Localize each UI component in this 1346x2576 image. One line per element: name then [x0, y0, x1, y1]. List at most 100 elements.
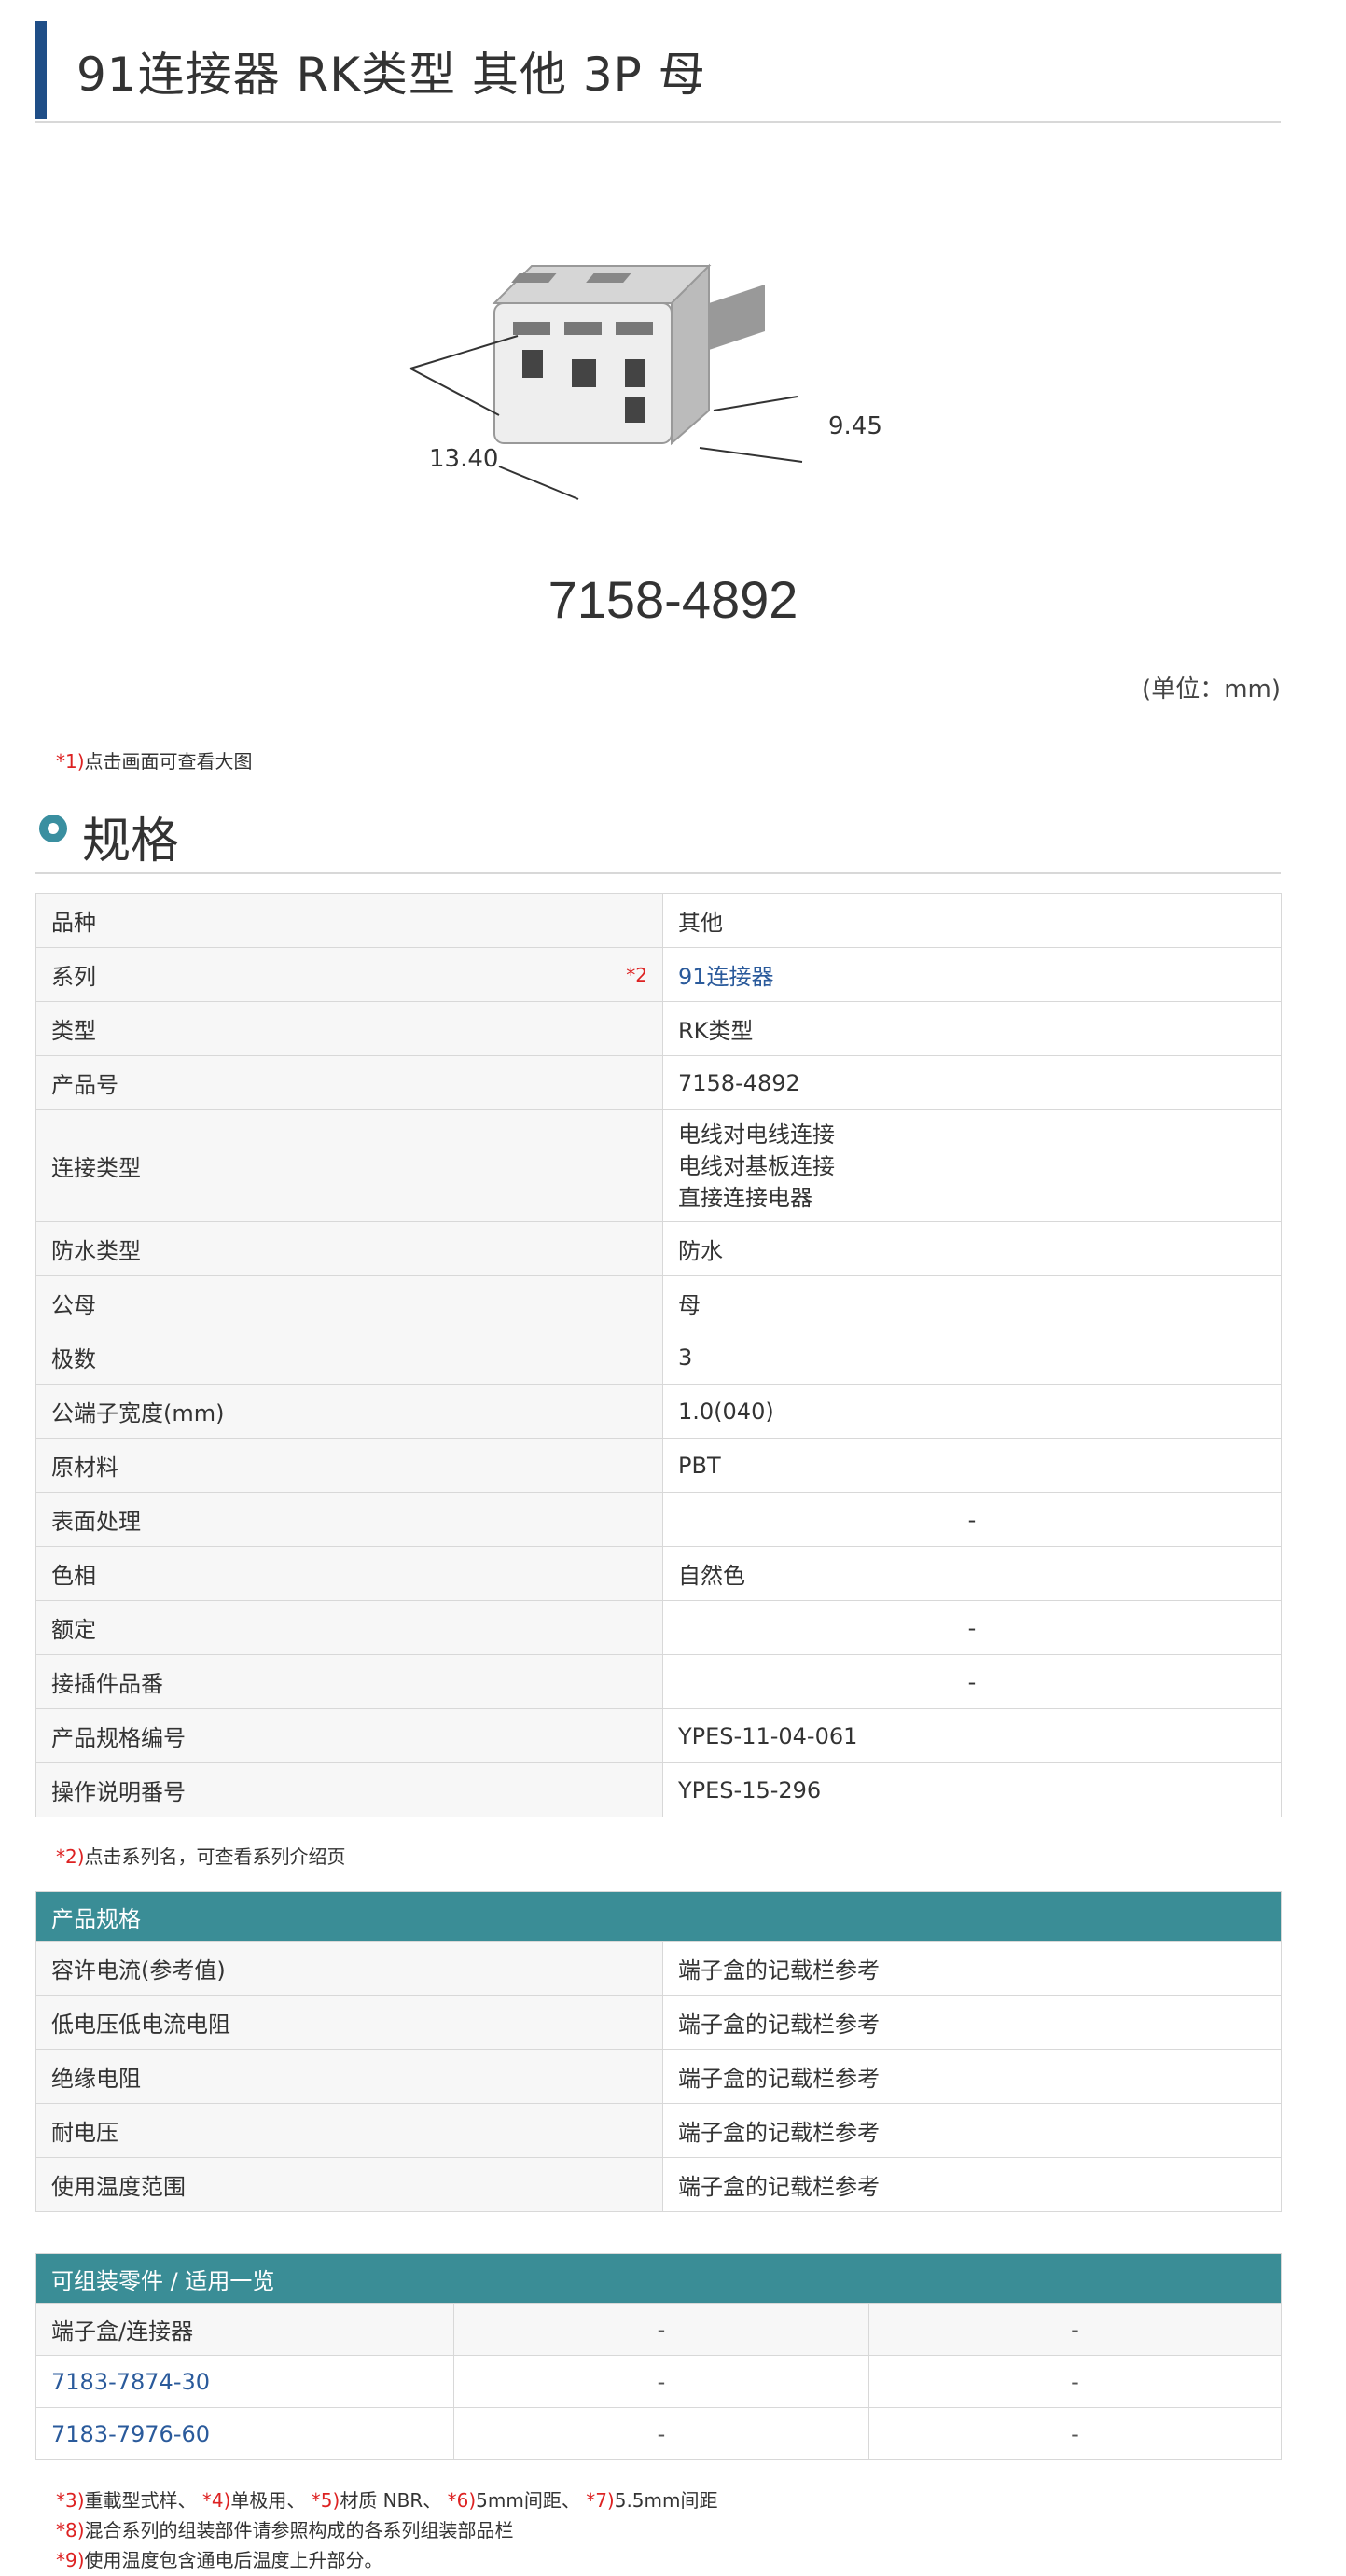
table-row: 低电压低电流电阻 端子盒的记载栏参考 [35, 1995, 1282, 2050]
spec-label: 公母 [35, 1275, 663, 1330]
spec-label: 防水类型 [35, 1221, 663, 1276]
spec-label: 产品规格编号 [35, 1708, 663, 1763]
top-slot [511, 273, 557, 283]
assembly-cell: - [453, 2407, 869, 2460]
part-number: 7158-4892 [548, 570, 798, 629]
spec-label: 额定 [35, 1600, 663, 1655]
spec-value: 端子盒的记载栏参考 [662, 1941, 1282, 1996]
table-row: 连接类型 电线对电线连接 电线对基板连接 直接连接电器 [35, 1109, 1282, 1222]
cavity-top [616, 322, 653, 335]
table-row: 极数 3 [35, 1330, 1282, 1385]
spec-label: 系列 *2 [35, 947, 663, 1002]
table-row: 表面处理 - [35, 1492, 1282, 1547]
spec-value: 91连接器 [662, 947, 1282, 1002]
spec-value: 端子盒的记载栏参考 [662, 2049, 1282, 2104]
footnote-line-3: *9)使用温度包含通电后温度上升部分。 [56, 2545, 383, 2572]
spec-label: 耐电压 [35, 2103, 663, 2158]
spec-table: 品种 其他 系列 *2 91连接器 类型 RK类型 产品号 7158-4892 连… [35, 893, 1282, 1817]
dimension-line [498, 466, 579, 500]
table-row: 原材料 PBT [35, 1438, 1282, 1493]
dimension-line [409, 368, 500, 416]
spec-label: 容许电流(参考值) [35, 1941, 663, 1996]
note-text: 5mm间距、 [476, 2489, 587, 2512]
spec-value: YPES-11-04-061 [662, 1708, 1282, 1763]
connector-latch [709, 285, 765, 350]
spec-value: YPES-15-296 [662, 1762, 1282, 1817]
spec-value: RK类型 [662, 1001, 1282, 1056]
series-link[interactable]: 91连接器 [678, 964, 774, 990]
cavity-top [513, 322, 550, 335]
dimension-width-label: 13.40 [429, 445, 498, 473]
cavity-top [564, 322, 602, 335]
table-row: 公母 母 [35, 1275, 1282, 1330]
table-row: 防水类型 防水 [35, 1221, 1282, 1276]
spec-value: 防水 [662, 1221, 1282, 1276]
spec-value: 端子盒的记载栏参考 [662, 1995, 1282, 2050]
note-text: 点击画面可查看大图 [84, 750, 253, 773]
top-slot [586, 273, 631, 283]
spec-value: - [662, 1492, 1282, 1547]
note-mark: *2) [56, 1845, 85, 1868]
assembly-cell: - [453, 2355, 869, 2408]
spec-value: 3 [662, 1330, 1282, 1385]
title-accent-bar [35, 21, 47, 119]
cavity [572, 359, 596, 387]
table-row: 类型 RK类型 [35, 1001, 1282, 1056]
note-mark: *9) [56, 2549, 85, 2571]
table-row: 产品规格编号 YPES-11-04-061 [35, 1708, 1282, 1763]
note-2: *2)点击系列名，可查看系列介绍页 [56, 1842, 346, 1869]
note-text: 使用温度包含通电后温度上升部分。 [84, 2549, 383, 2571]
assembly-column-header: - [868, 2303, 1282, 2356]
spec-value: 端子盒的记载栏参考 [662, 2157, 1282, 2212]
unit-note: (单位：mm) [1142, 675, 1281, 703]
spec-label: 产品号 [35, 1055, 663, 1110]
assembly-part-cell: 7183-7976-60 [35, 2407, 454, 2460]
dimension-line [713, 396, 798, 411]
note-text: 重載型式样、 [84, 2489, 202, 2512]
spec-label: 色相 [35, 1546, 663, 1601]
table-row: 7183-7976-60 - - [35, 2407, 1282, 2460]
ref-mark: *2 [626, 963, 647, 986]
spec-value: PBT [662, 1438, 1282, 1493]
note-mark: *4) [201, 2489, 231, 2512]
note-text: 点击系列名，可查看系列介绍页 [84, 1845, 346, 1868]
spec-label: 品种 [35, 893, 663, 948]
note-text: 混合系列的组装部件请参照构成的各系列组装部品栏 [84, 2519, 514, 2541]
note-text: 材质 NBR、 [340, 2489, 448, 2512]
cavity [522, 350, 543, 378]
table-header-row: 可组装零件 / 适用一览 [35, 2253, 1282, 2304]
spec-label: 公端子宽度(mm) [35, 1384, 663, 1439]
page-title: 91连接器 RK类型 其他 3P 母 [35, 19, 1281, 123]
footnote-line-2: *8)混合系列的组装部件请参照构成的各系列组装部品栏 [56, 2515, 514, 2542]
assembly-part-cell: 7183-7874-30 [35, 2355, 454, 2408]
table-row: 品种 其他 [35, 893, 1282, 948]
spec-value: 母 [662, 1275, 1282, 1330]
part-link[interactable]: 7183-7976-60 [51, 2421, 210, 2447]
table-row: 绝缘电阻 端子盒的记载栏参考 [35, 2049, 1282, 2104]
spec-value: 7158-4892 [662, 1055, 1282, 1110]
assembly-column-label: 端子盒/连接器 [35, 2303, 454, 2356]
table-row: 产品号 7158-4892 [35, 1055, 1282, 1110]
table-row: 耐电压 端子盒的记载栏参考 [35, 2103, 1282, 2158]
assembly-column-header: - [453, 2303, 869, 2356]
note-mark: *5) [311, 2489, 340, 2512]
note-text: 单极用、 [230, 2489, 312, 2512]
spec-label: 操作说明番号 [35, 1762, 663, 1817]
assembly-cell: - [868, 2355, 1282, 2408]
target-icon [39, 815, 67, 842]
assembly-title: 可组装零件 / 适用一览 [35, 2253, 1282, 2304]
table-row: 额定 - [35, 1600, 1282, 1655]
spec-label: 极数 [35, 1330, 663, 1385]
note-mark: *6) [447, 2489, 477, 2512]
spec-label: 原材料 [35, 1438, 663, 1493]
note-text: 5.5mm间距 [614, 2489, 718, 2512]
table-header-row: 产品规格 [35, 1891, 1282, 1942]
note-mark: *1) [56, 750, 85, 773]
table-row: 7183-7874-30 - - [35, 2355, 1282, 2408]
spec-label: 使用温度范围 [35, 2157, 663, 2212]
note-mark: *7) [586, 2489, 615, 2512]
product-image[interactable]: 13.40 9.45 [392, 247, 951, 508]
cavity [625, 359, 645, 387]
product-spec-title: 产品规格 [35, 1891, 1282, 1942]
part-link[interactable]: 7183-7874-30 [51, 2369, 210, 2395]
